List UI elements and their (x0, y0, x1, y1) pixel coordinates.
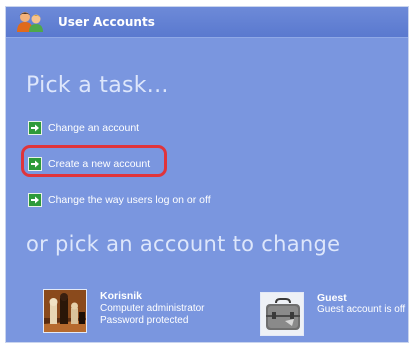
green-arrow-icon (28, 121, 42, 135)
change-logon-way-link[interactable]: Change the way users log on or off (28, 191, 211, 209)
account-status: Password protected (100, 315, 189, 326)
green-arrow-icon (28, 193, 42, 207)
change-account-link[interactable]: Change an account (28, 119, 139, 137)
chess-pieces-picture (43, 289, 87, 333)
window-title: User Accounts (58, 15, 155, 29)
highlight-ring (21, 145, 167, 177)
account-name: Guest (317, 292, 347, 304)
account-guest[interactable]: Guest Guest account is off (260, 292, 408, 338)
title-bar: User Accounts (6, 7, 408, 38)
pick-account-heading: or pick an account to change (26, 232, 341, 256)
account-type: Computer administrator (100, 303, 205, 314)
task-label: Change the way users log on or off (48, 194, 211, 206)
account-korisnik[interactable]: Korisnik Computer administrator Password… (43, 289, 223, 335)
task-label: Change an account (48, 122, 140, 134)
users-icon (16, 11, 46, 33)
user-accounts-window: User Accounts Pick a task... Change an a… (5, 6, 409, 343)
account-name: Korisnik (100, 290, 143, 302)
account-type: Guest account is off (317, 304, 406, 315)
suitcase-picture (260, 292, 304, 336)
pick-task-heading: Pick a task... (26, 73, 169, 98)
